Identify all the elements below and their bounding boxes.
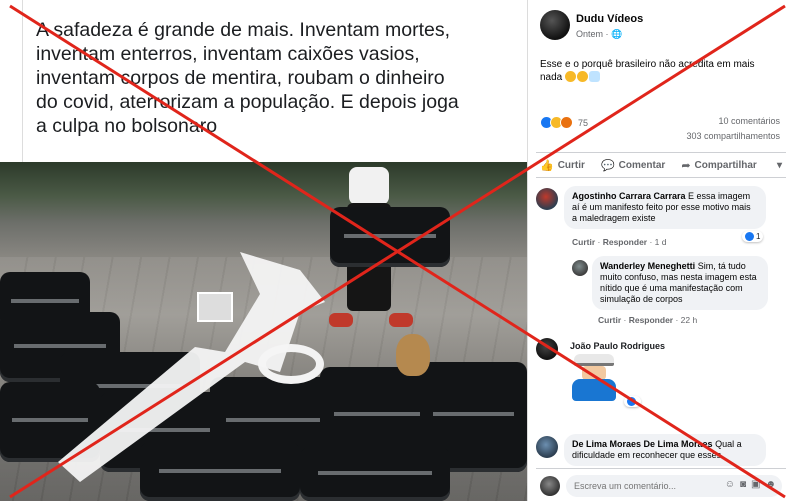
post-body: Esse e o porquê brasileiro não acredita … [540, 58, 775, 84]
facebook-post-panel: Dudu Vídeos Ontem · 🌐 Esse e o porquê br… [527, 0, 790, 501]
comment-icon: 💬 [600, 159, 615, 172]
cowboy-sticker [566, 354, 626, 402]
post-time[interactable]: Ontem · [576, 29, 611, 39]
globe-icon: 🌐 [611, 29, 623, 39]
post-text-line: inventam enterros, inventam caixões vasi… [36, 43, 420, 65]
comment-time[interactable]: 1 d [655, 237, 667, 247]
comment-reply-link[interactable]: Responder [629, 315, 673, 325]
post-header: Dudu Vídeos Ontem · 🌐 [540, 10, 785, 44]
like-reaction-icon [627, 397, 636, 406]
speech-bubble-icon [589, 71, 601, 82]
comment-reply-link[interactable]: Responder [603, 237, 647, 247]
share-icon: ➦ [681, 159, 691, 172]
comment-bubble: Agostinho Carrara Carrara E essa imagem … [564, 186, 766, 229]
comment-reactions[interactable] [624, 396, 641, 407]
laugh-emoji-icon [577, 71, 589, 82]
commenter-name[interactable]: Agostinho Carrara Carrara [572, 191, 686, 201]
composer-icons: ☺ ◙ ▣ ☻ [725, 479, 776, 490]
commenter-avatar[interactable] [536, 338, 558, 360]
comment-bubble: De Lima Moraes De Lima Moraes Qual a dif… [564, 434, 766, 466]
comment-reply-item: Wanderley Meneghetti Sim, tá tudo muito … [536, 256, 786, 326]
comment-item: João Paulo Rodrigues [536, 336, 786, 420]
commenter-name[interactable]: João Paulo Rodrigues [570, 341, 665, 351]
post-stats: 75 10 comentários 303 compartilhamentos [540, 114, 780, 144]
share-button[interactable]: ➦ Compartilhar [677, 159, 756, 172]
commenter-avatar[interactable] [572, 260, 588, 276]
comment-like-link[interactable]: Curtir [572, 237, 595, 247]
reaction-count: 75 [578, 117, 589, 128]
post-text-line: do covid, aterrorizam a população. E dep… [36, 91, 459, 113]
comment-like-link[interactable]: Curtir [598, 315, 621, 325]
like-button[interactable]: 👍 Curtir [536, 159, 585, 172]
body-bags-photo [0, 162, 527, 501]
commenter-name[interactable]: Wanderley Meneghetti [600, 261, 695, 271]
sticker-icon[interactable]: ☻ [765, 479, 776, 490]
comments-count[interactable]: 10 comentários [718, 116, 780, 126]
post-text-line: a culpa no bolsonaro [36, 115, 218, 137]
commenter-avatar[interactable] [536, 436, 558, 458]
comment-reactions[interactable]: 1 [742, 231, 764, 242]
post-actions: 👍 Curtir 💬 Comentar ➦ Compartilhar ▾ [536, 152, 786, 178]
chevron-down-icon[interactable]: ▾ [773, 160, 782, 171]
shares-count[interactable]: 303 compartilhamentos [686, 131, 780, 141]
post-text-overlay: A safadeza é grande de mais. Inventam mo… [22, 0, 527, 162]
comment-actions: Curtir · Responder · 1 d [572, 237, 667, 247]
post-text-line: A safadeza é grande de mais. Inventam mo… [36, 19, 451, 41]
laugh-emoji-icon [565, 71, 577, 82]
comment-item: Agostinho Carrara Carrara E essa imagem … [536, 186, 786, 250]
comment-actions: Curtir · Responder · 22 h [598, 315, 698, 325]
thumbs-up-icon: 👍 [540, 159, 554, 172]
post-image-area: A safadeza é grande de mais. Inventam mo… [0, 0, 527, 501]
author-avatar[interactable] [540, 10, 570, 40]
comment-button[interactable]: 💬 Comentar [597, 159, 665, 172]
commenter-avatar[interactable] [536, 188, 558, 210]
like-reaction-icon [745, 232, 754, 241]
comment-time[interactable]: 22 h [681, 315, 698, 325]
author-name[interactable]: Dudu Vídeos [576, 13, 643, 25]
angry-reaction-icon [560, 116, 573, 129]
reaction-summary[interactable]: 75 [540, 116, 588, 129]
commenter-name[interactable]: De Lima Moraes De Lima Moraes [572, 439, 713, 449]
post-meta: Ontem · 🌐 [576, 29, 622, 40]
comment-bubble: Wanderley Meneghetti Sim, tá tudo muito … [592, 256, 768, 310]
comment-composer: ☺ ◙ ▣ ☻ [536, 468, 786, 501]
post-text-line: inventam corpos de mentira, roubam o din… [36, 67, 445, 89]
comment-item: De Lima Moraes De Lima Moraes Qual a dif… [536, 434, 786, 468]
user-avatar [540, 476, 560, 496]
gif-icon[interactable]: ▣ [751, 479, 760, 490]
white-arrow-icon [58, 252, 325, 482]
emoji-icon[interactable]: ☺ [725, 479, 735, 490]
camera-icon[interactable]: ◙ [740, 479, 746, 490]
